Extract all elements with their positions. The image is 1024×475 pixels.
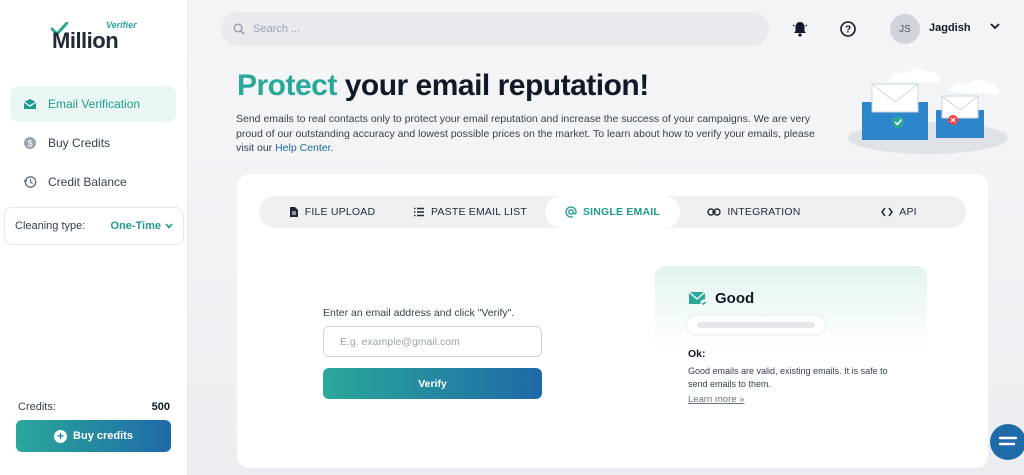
main-content: Protect your email reputation! Send emai… xyxy=(188,58,1024,475)
cleaning-type-label: Cleaning type: xyxy=(15,220,86,232)
dollar-coin-icon: $ xyxy=(22,135,38,151)
cleaning-type-value: One-Time xyxy=(110,220,161,232)
email-illustration xyxy=(848,68,1008,154)
verified-email-redacted xyxy=(687,316,825,334)
sidebar: Verifier Million Email Verification $ Bu… xyxy=(0,0,188,475)
result-status: Ok: xyxy=(688,348,706,360)
sidebar-item-credit-balance[interactable]: Credit Balance xyxy=(10,164,176,200)
cleaning-type-dropdown[interactable]: One-Time xyxy=(110,220,173,232)
tab-label: INTEGRATION xyxy=(727,206,801,218)
envelope-check-icon xyxy=(688,291,708,307)
search-bar[interactable]: Search ... xyxy=(221,12,769,46)
avatar[interactable]: JS xyxy=(890,14,920,44)
buy-credits-label: Buy credits xyxy=(73,430,133,442)
sidebar-item-email-verification[interactable]: Email Verification xyxy=(10,86,176,122)
help-circle-icon[interactable]: ? xyxy=(839,20,857,38)
logo[interactable]: Verifier Million xyxy=(50,20,140,56)
verify-button[interactable]: Verify xyxy=(323,368,542,399)
tab-bar: FILE UPLOAD PASTE EMAIL LIST SINGLE EMAI… xyxy=(259,196,966,228)
email-input[interactable] xyxy=(323,326,542,357)
envelope-icon xyxy=(22,96,38,112)
sidebar-item-label: Buy Credits xyxy=(48,136,111,150)
tab-api[interactable]: API xyxy=(869,196,929,228)
tab-label: PASTE EMAIL LIST xyxy=(431,206,527,218)
bell-icon[interactable] xyxy=(791,20,809,38)
history-icon xyxy=(22,174,38,190)
tab-integration[interactable]: INTEGRATION xyxy=(699,196,809,228)
learn-more-link[interactable]: Learn more » xyxy=(688,394,745,405)
buy-credits-button[interactable]: + Buy credits xyxy=(16,420,171,452)
search-placeholder: Search ... xyxy=(253,23,301,35)
page-description-end: . xyxy=(330,142,334,154)
link-icon xyxy=(707,208,722,216)
code-icon xyxy=(881,207,894,217)
sidebar-item-buy-credits[interactable]: $ Buy Credits xyxy=(10,125,176,161)
sidebar-item-label: Credit Balance xyxy=(48,175,127,189)
file-icon xyxy=(289,207,298,217)
page-title-rest: your email reputation! xyxy=(336,69,650,102)
cleaning-type-selector: Cleaning type: One-Time xyxy=(4,207,184,245)
tab-paste-email-list[interactable]: PASTE EMAIL LIST xyxy=(405,196,535,228)
search-icon xyxy=(233,23,245,35)
result-description: Good emails are valid, existing emails. … xyxy=(688,366,888,389)
verification-card: FILE UPLOAD PASTE EMAIL LIST SINGLE EMAI… xyxy=(237,174,988,468)
credits-row: Credits: 500 xyxy=(18,401,170,413)
sidebar-item-label: Email Verification xyxy=(48,97,141,111)
logo-million-text: Million xyxy=(52,28,119,53)
tab-label: API xyxy=(899,206,917,218)
verify-prompt: Enter an email address and click "Verify… xyxy=(323,307,515,319)
credits-amount: 500 xyxy=(151,401,170,413)
page-title-accent: Protect xyxy=(237,69,337,102)
list-icon xyxy=(414,207,424,217)
top-bar: Search ... ? JS Jagdish xyxy=(188,0,1024,58)
result-panel: Good Ok: Good emails are valid, existing… xyxy=(655,266,927,456)
page-description: Send emails to real contacts only to pro… xyxy=(236,112,816,156)
svg-text:$: $ xyxy=(27,139,32,149)
plus-circle-icon: + xyxy=(54,429,68,443)
page-title: Protect your email reputation! xyxy=(237,69,649,103)
tab-file-upload[interactable]: FILE UPLOAD xyxy=(277,196,387,228)
help-center-link[interactable]: Help Center xyxy=(275,142,330,154)
chat-icon xyxy=(998,436,1018,446)
chevron-down-icon xyxy=(165,223,173,229)
user-name[interactable]: Jagdish xyxy=(929,22,971,34)
chat-widget-button[interactable] xyxy=(990,424,1024,460)
svg-text:?: ? xyxy=(845,25,851,36)
result-title: Good xyxy=(715,290,755,307)
credits-label: Credits: xyxy=(18,401,56,413)
tab-label: SINGLE EMAIL xyxy=(582,206,661,218)
at-icon xyxy=(565,206,577,218)
tab-single-email[interactable]: SINGLE EMAIL xyxy=(545,196,680,228)
tab-label: FILE UPLOAD xyxy=(304,206,376,218)
chevron-down-icon[interactable] xyxy=(990,22,1000,30)
